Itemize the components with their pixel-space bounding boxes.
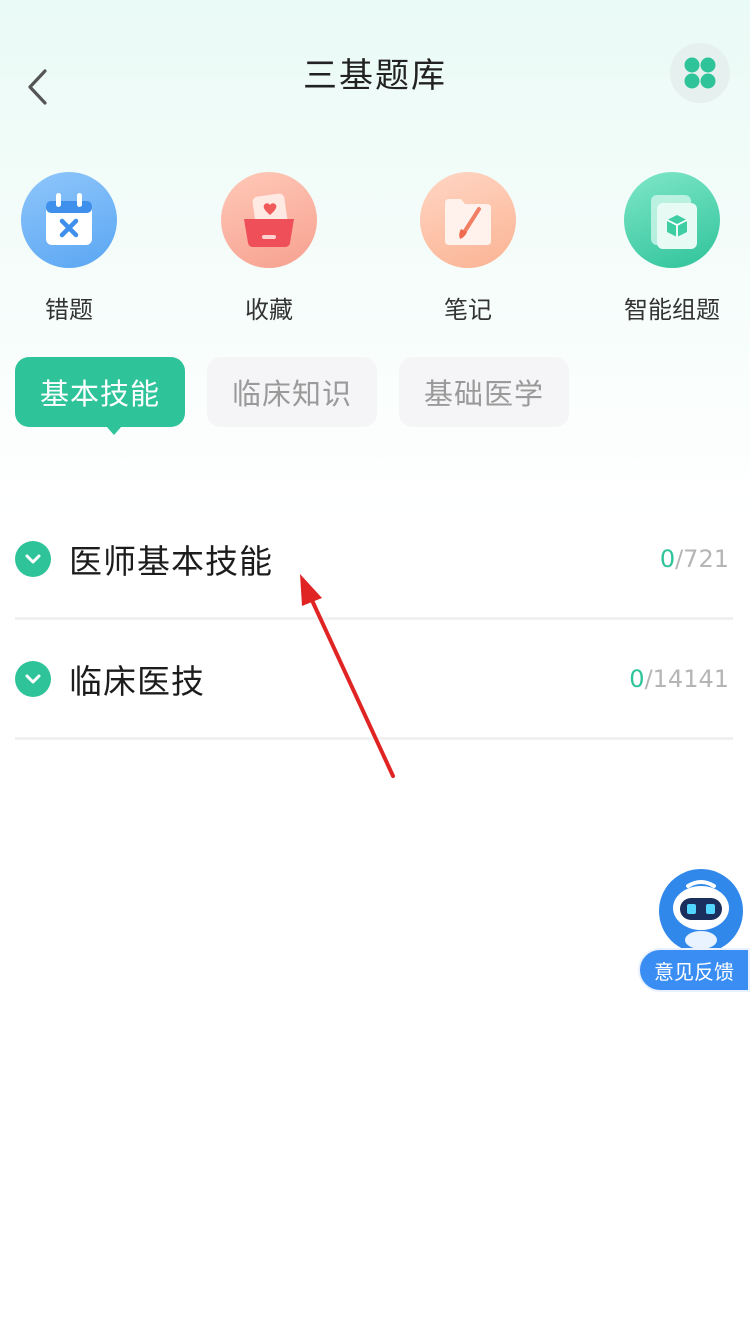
done-count: 0 bbox=[659, 544, 676, 573]
tab-basic-skills[interactable]: 基本技能 bbox=[15, 357, 185, 427]
calendar-x-icon bbox=[21, 172, 117, 268]
feedback-button[interactable]: 意见反馈 bbox=[638, 868, 750, 994]
list-item-clinical-medtech[interactable]: 临床医技 0/14141 bbox=[15, 620, 733, 740]
shortcut-row: 错题 收藏 笔记 智能组题 bbox=[0, 172, 750, 332]
total-count: /721 bbox=[675, 544, 729, 573]
cube-card-icon bbox=[624, 172, 720, 268]
shortcut-label: 智能组题 bbox=[624, 296, 720, 324]
category-list: 医师基本技能 0/721 临床医技 0/14141 bbox=[15, 500, 733, 740]
list-item-physician-basic-skills[interactable]: 医师基本技能 0/721 bbox=[15, 500, 733, 620]
robot-icon bbox=[659, 869, 743, 953]
shortcut-favorites[interactable]: 收藏 bbox=[204, 172, 334, 332]
shortcut-label: 笔记 bbox=[444, 296, 492, 324]
chevron-down-icon[interactable] bbox=[15, 540, 51, 577]
done-count: 0 bbox=[629, 664, 645, 693]
page-title: 三基题库 bbox=[303, 56, 447, 96]
shortcut-notes[interactable]: 笔记 bbox=[403, 172, 533, 332]
chevron-down-icon[interactable] bbox=[15, 660, 51, 697]
active-tab-pointer bbox=[106, 426, 122, 435]
shortcut-label: 收藏 bbox=[245, 296, 293, 324]
feedback-label: 意见反馈 bbox=[638, 948, 750, 992]
tab-clinical-knowledge[interactable]: 临床知识 bbox=[207, 357, 377, 427]
shortcut-smart-quiz[interactable]: 智能组题 bbox=[607, 172, 737, 332]
menu-button[interactable] bbox=[670, 43, 730, 103]
category-tabs: 基本技能 临床知识 基础医学 bbox=[15, 357, 735, 437]
folder-brush-icon bbox=[420, 172, 516, 268]
shortcut-wrong-questions[interactable]: 错题 bbox=[4, 172, 134, 332]
progress-count: 0/721 bbox=[660, 545, 729, 573]
list-item-title: 临床医技 bbox=[69, 661, 205, 701]
navigation-bar: 三基题库 bbox=[0, 0, 750, 150]
grid-four-dots-icon bbox=[684, 57, 716, 89]
tab-basic-medicine[interactable]: 基础医学 bbox=[399, 357, 569, 427]
shortcut-label: 错题 bbox=[45, 296, 93, 324]
progress-count: 0/14141 bbox=[629, 665, 729, 693]
heart-card-icon bbox=[221, 172, 317, 268]
total-count: /14141 bbox=[644, 664, 729, 693]
list-item-title: 医师基本技能 bbox=[69, 541, 273, 581]
